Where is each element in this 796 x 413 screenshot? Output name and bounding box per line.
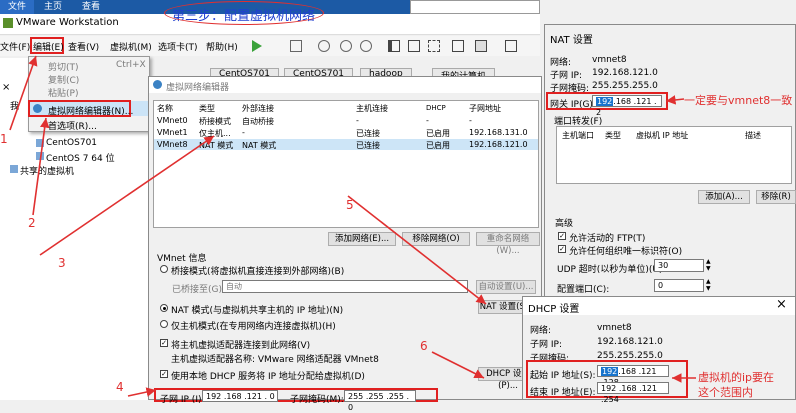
arrow-3 <box>39 135 215 256</box>
arrow-5 <box>347 195 487 305</box>
annotation-number-6: 6 <box>420 339 428 353</box>
annotation-number-3: 3 <box>58 256 66 270</box>
arrow-1 <box>9 55 38 131</box>
annotation-number-5: 5 <box>346 198 354 212</box>
annotation-number-2: 2 <box>28 216 36 230</box>
arrow-6 <box>431 351 485 379</box>
arrow-gateway <box>665 95 685 105</box>
annotation-arrows <box>9 55 696 397</box>
annotation-number-1: 1 <box>0 132 8 146</box>
annotation-number-4: 4 <box>116 380 124 394</box>
arrow-2 <box>32 117 50 216</box>
arrow-4 <box>127 387 157 397</box>
